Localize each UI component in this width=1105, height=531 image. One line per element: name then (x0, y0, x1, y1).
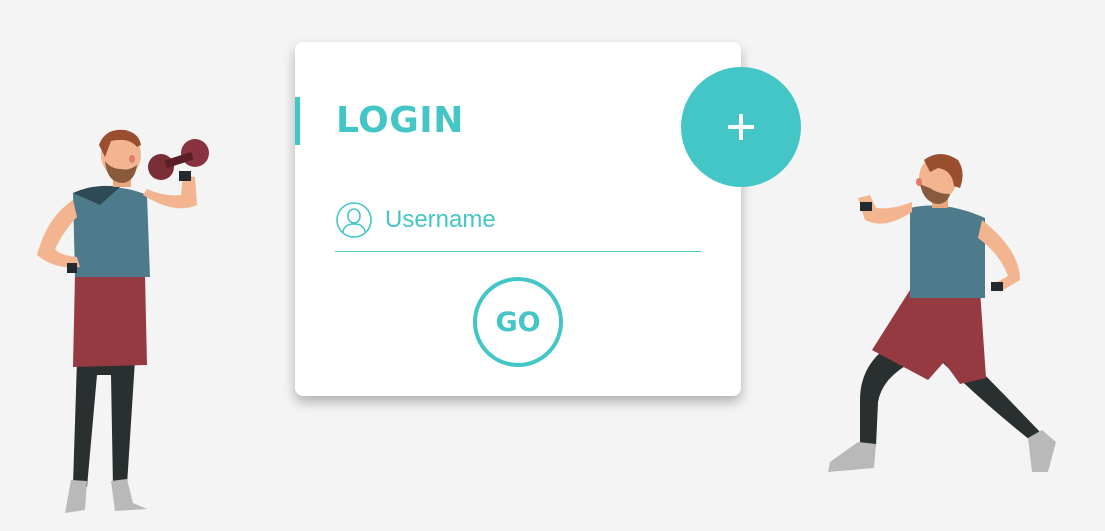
add-button[interactable] (681, 67, 801, 187)
login-card: LOGIN GO (295, 42, 741, 396)
plus-icon (728, 114, 754, 140)
title-accent-bar (295, 97, 300, 145)
username-input[interactable] (385, 202, 685, 238)
man-flexing-walking-illustration (828, 154, 1056, 472)
user-icon (336, 202, 372, 238)
login-title: LOGIN (336, 100, 464, 141)
man-lifting-dumbbell-illustration (37, 129, 209, 513)
username-field (335, 198, 701, 252)
go-button[interactable]: GO (473, 277, 563, 367)
